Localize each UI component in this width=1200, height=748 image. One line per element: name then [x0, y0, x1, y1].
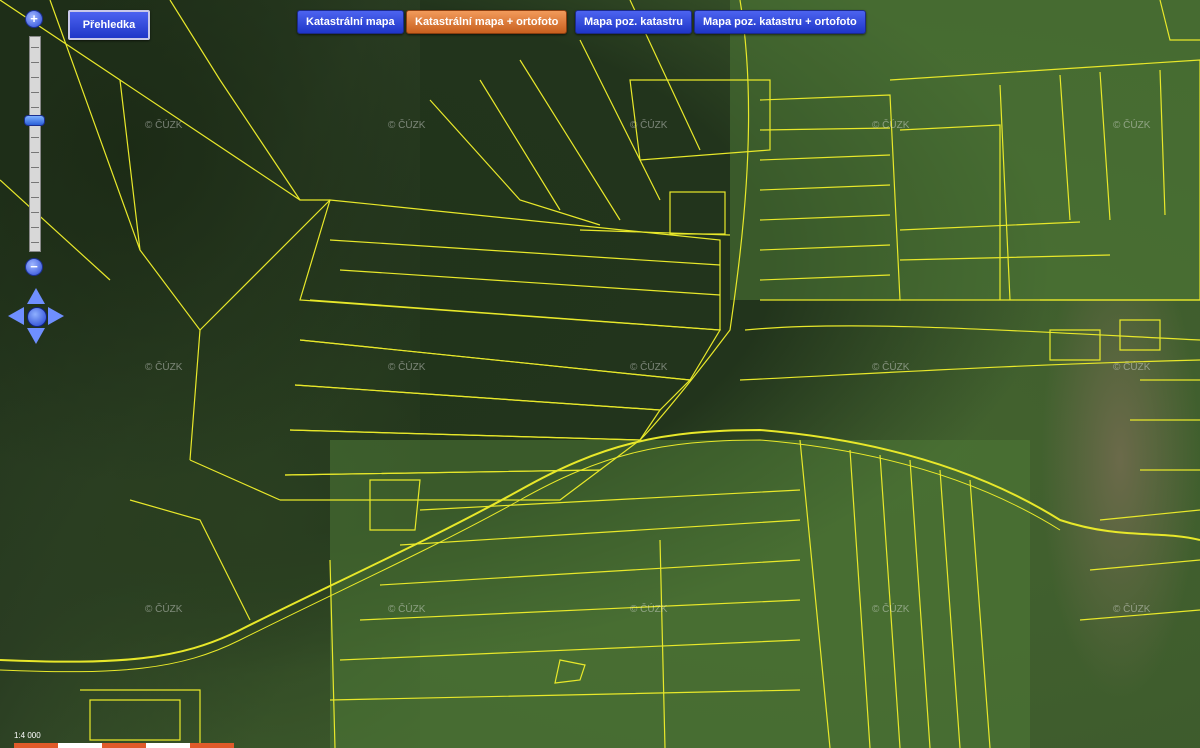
watermark-text: © ČÚZK: [1113, 120, 1151, 131]
scale-label: 1:4 000: [14, 731, 41, 740]
layer-button-cadastral-map[interactable]: Katastrální mapa: [297, 10, 404, 34]
parcel-boundaries: [0, 0, 1200, 748]
zoom-out-button[interactable]: −: [25, 258, 43, 276]
zoom-tick: [31, 182, 39, 183]
zoom-tick: [31, 227, 39, 228]
overview-button[interactable]: Přehledka: [68, 10, 150, 40]
zoom-tick: [31, 77, 39, 78]
zoom-tick: [31, 137, 39, 138]
watermark-text: © ČÚZK: [145, 604, 183, 615]
scale-segment: [102, 743, 146, 748]
scale-segment: [190, 743, 234, 748]
layer-button-land-map-orthophoto[interactable]: Mapa poz. katastru + ortofoto: [694, 10, 866, 34]
watermark-text: © ČÚZK: [630, 362, 668, 373]
watermark-text: © ČÚZK: [1113, 604, 1151, 615]
watermark-text: © ČÚZK: [872, 362, 910, 373]
pan-right-icon[interactable]: [48, 307, 64, 325]
watermark-text: © ČÚZK: [145, 120, 183, 131]
layer-button-land-map[interactable]: Mapa poz. katastru: [575, 10, 693, 34]
watermark-text: © ČÚZK: [145, 362, 183, 373]
zoom-tick: [31, 47, 39, 48]
map-canvas[interactable]: © ČÚZK © ČÚZK © ČÚZK © ČÚZK © ČÚZK © ČÚZ…: [0, 0, 1200, 748]
pan-center-button[interactable]: [27, 307, 47, 327]
watermark-text: © ČÚZK: [630, 120, 668, 131]
watermark-text: © ČÚZK: [872, 120, 910, 131]
zoom-tick: [31, 107, 39, 108]
pan-left-icon[interactable]: [8, 307, 24, 325]
zoom-tick: [31, 92, 39, 93]
scale-segment: [146, 743, 190, 748]
zoom-in-button[interactable]: +: [25, 10, 43, 28]
zoom-tick: [31, 212, 39, 213]
watermark-text: © ČÚZK: [388, 120, 426, 131]
watermark-text: © ČÚZK: [388, 362, 426, 373]
watermark-text: © ČÚZK: [872, 604, 910, 615]
pan-down-icon[interactable]: [27, 328, 45, 344]
watermark-text: © ČÚZK: [388, 604, 426, 615]
watermark-text: © ČÚZK: [1113, 362, 1151, 373]
scale-segment: [58, 743, 102, 748]
zoom-tick: [31, 167, 39, 168]
pan-up-icon[interactable]: [27, 288, 45, 304]
scale-bar: [14, 743, 234, 748]
layer-button-cadastral-orthophoto[interactable]: Katastrální mapa + ortofoto: [406, 10, 568, 34]
zoom-tick: [31, 152, 39, 153]
zoom-tick: [31, 197, 39, 198]
zoom-slider-handle[interactable]: [24, 115, 45, 127]
zoom-slider-track[interactable]: [29, 36, 41, 252]
zoom-tick: [31, 62, 39, 63]
pan-control: [8, 288, 64, 344]
scale-segment: [14, 743, 58, 748]
zoom-tick: [31, 242, 39, 243]
watermark-text: © ČÚZK: [630, 604, 668, 615]
